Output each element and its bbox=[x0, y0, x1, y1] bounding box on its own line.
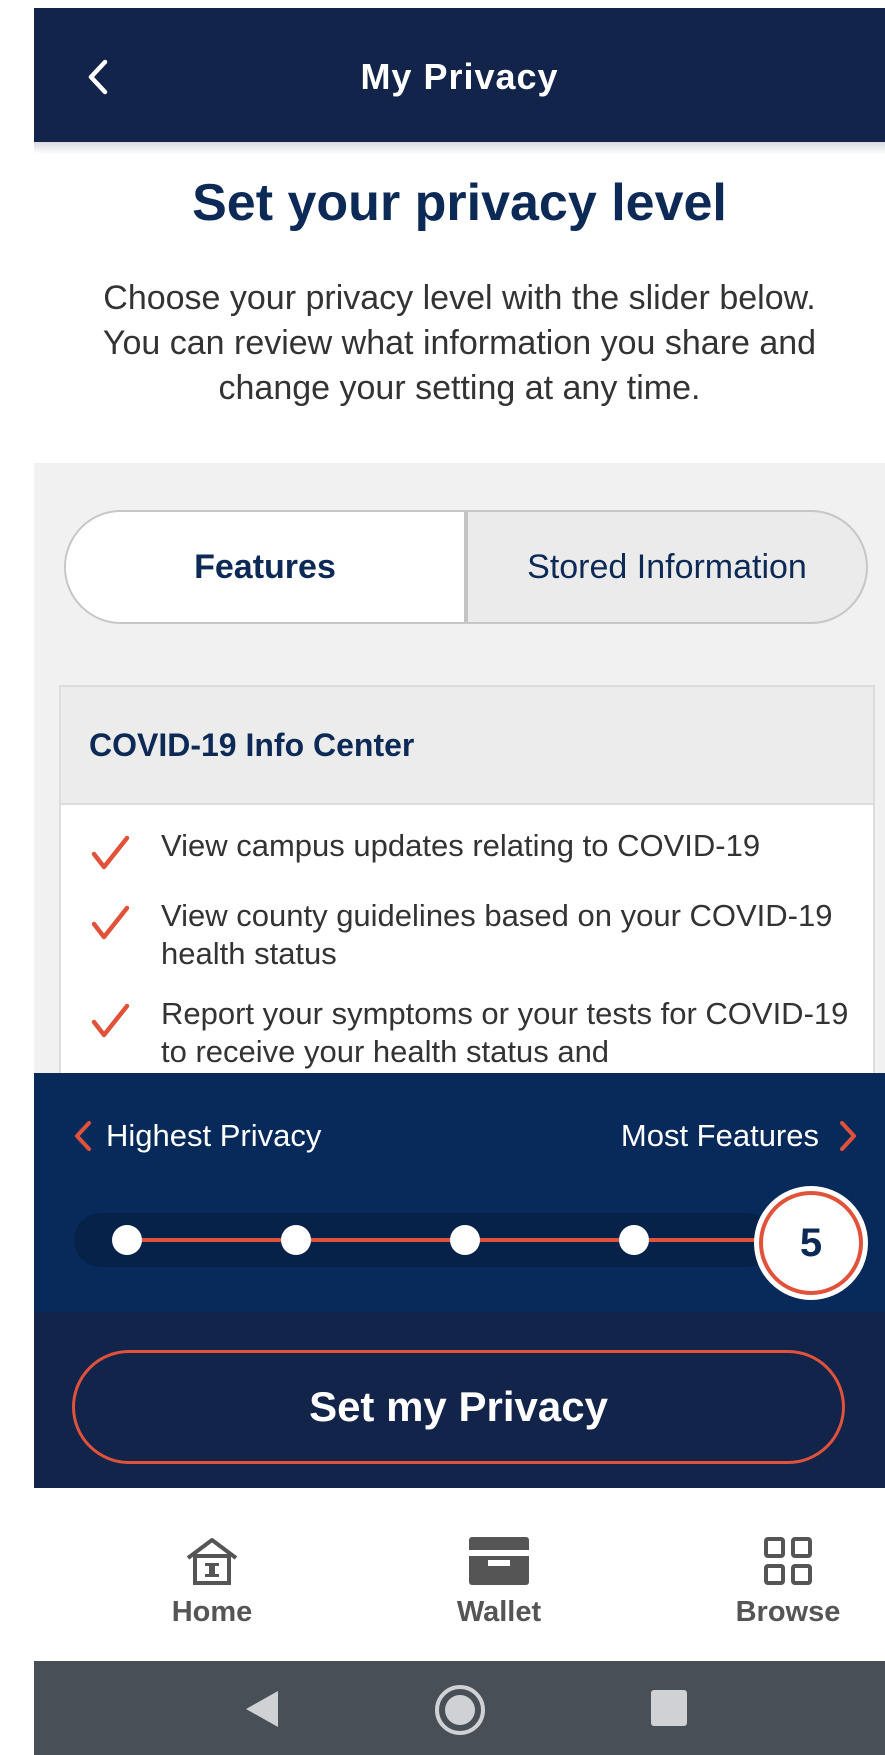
tab-stored-information[interactable]: Stored Information bbox=[468, 512, 866, 622]
set-privacy-button[interactable]: Set my Privacy bbox=[72, 1350, 845, 1464]
system-home-icon[interactable] bbox=[434, 1684, 486, 1736]
intro-text: Choose your privacy level with the slide… bbox=[102, 279, 817, 407]
checkmark-icon bbox=[91, 905, 130, 940]
card-title: COVID-19 Info Center bbox=[61, 687, 873, 805]
action-panel: Set my Privacy bbox=[34, 1312, 885, 1488]
feature-text: Report your symptoms or your tests for C… bbox=[161, 996, 849, 1069]
slider-thumb[interactable]: 5 bbox=[759, 1191, 863, 1295]
segmented-control: Features Stored Information bbox=[64, 510, 868, 624]
highest-privacy-label: Highest Privacy bbox=[106, 1118, 322, 1153]
system-recents-icon[interactable] bbox=[651, 1690, 687, 1726]
system-back-icon[interactable] bbox=[244, 1689, 280, 1729]
wallet-icon bbox=[469, 1537, 529, 1585]
list-item: View campus updates relating to COVID-19 bbox=[89, 827, 853, 875]
most-features-button[interactable]: Most Features bbox=[621, 1118, 859, 1154]
highest-privacy-button[interactable]: Highest Privacy bbox=[72, 1118, 321, 1154]
tab-features[interactable]: Features bbox=[66, 512, 468, 622]
app-screen: My Privacy Set your privacy level Choose… bbox=[34, 8, 885, 1755]
chevron-right-icon bbox=[840, 1121, 856, 1151]
top-app-bar: My Privacy bbox=[34, 8, 885, 142]
system-nav-bar bbox=[34, 1661, 885, 1755]
tab-wallet-label: Wallet bbox=[456, 1596, 542, 1628]
tab-browse[interactable]: Browse bbox=[688, 1530, 885, 1629]
grid-icon bbox=[764, 1537, 812, 1585]
bottom-tab-bar: Home Wallet Browse bbox=[34, 1488, 885, 1661]
tab-home-label: Home bbox=[171, 1596, 253, 1628]
checkmark-icon bbox=[91, 835, 130, 870]
tab-browse-label: Browse bbox=[735, 1596, 841, 1628]
slider-stop-1[interactable] bbox=[112, 1225, 142, 1255]
checkmark-icon bbox=[91, 1003, 130, 1038]
list-item: View county guidelines based on your COV… bbox=[89, 897, 853, 973]
page-title: Set your privacy level bbox=[192, 174, 727, 232]
list-item: Report your symptoms or your tests for C… bbox=[89, 995, 853, 1071]
slider-stop-3[interactable] bbox=[450, 1225, 480, 1255]
home-icon bbox=[186, 1538, 238, 1585]
header-shadow bbox=[34, 142, 885, 154]
tab-wallet[interactable]: Wallet bbox=[399, 1530, 599, 1629]
feature-list: View campus updates relating to COVID-19… bbox=[61, 827, 873, 1071]
slider-stop-2[interactable] bbox=[281, 1225, 311, 1255]
header-title: My Privacy bbox=[360, 56, 559, 97]
features-section: Features Stored Information COVID-19 Inf… bbox=[34, 463, 885, 1083]
feature-text: View campus updates relating to COVID-19 bbox=[161, 828, 761, 863]
chevron-left-icon bbox=[75, 1121, 91, 1151]
privacy-slider-panel: Highest Privacy Most Features 5 bbox=[34, 1073, 885, 1312]
feature-card: COVID-19 Info Center View campus updates… bbox=[59, 685, 875, 1083]
tab-home[interactable]: Home bbox=[112, 1530, 312, 1629]
most-features-label: Most Features bbox=[620, 1118, 819, 1153]
slider-stop-4[interactable] bbox=[619, 1225, 649, 1255]
feature-text: View county guidelines based on your COV… bbox=[161, 898, 833, 971]
